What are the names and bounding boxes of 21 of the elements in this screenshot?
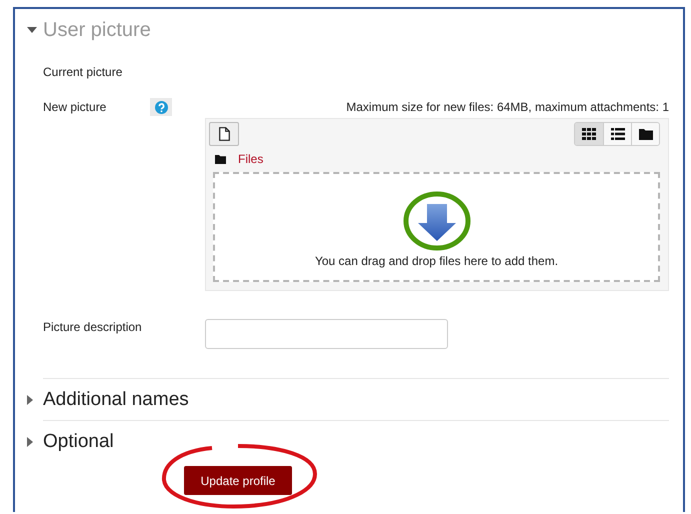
help-button[interactable] — [150, 98, 172, 116]
drop-hint: You can drag and drop files here to add them. — [314, 254, 558, 268]
add-file-button[interactable] — [209, 122, 239, 146]
field-label: New picture — [43, 99, 106, 115]
document-icon — [218, 127, 230, 141]
field-label: Current picture — [43, 64, 122, 80]
field-label: Picture description — [43, 319, 142, 335]
section-heading[interactable]: Additional names — [43, 389, 189, 411]
help-icon — [154, 100, 168, 114]
drop-zone[interactable]: You can drag and drop files here to add them. — [213, 172, 660, 282]
update-profile-button[interactable]: Update profile — [184, 466, 292, 495]
view-button[interactable] — [575, 123, 603, 145]
folder-icon — [215, 154, 226, 164]
folder-link[interactable]: Files — [238, 152, 264, 166]
text-input[interactable] — [205, 319, 448, 349]
folder-icon — [638, 128, 652, 140]
section-heading[interactable]: Optional — [43, 431, 114, 453]
view-button[interactable] — [631, 123, 659, 145]
file-limits: Maximum size for new files: 64MB, maximum attachments: 1 — [345, 99, 669, 115]
grid-icon — [582, 128, 596, 140]
list-icon — [610, 128, 624, 140]
